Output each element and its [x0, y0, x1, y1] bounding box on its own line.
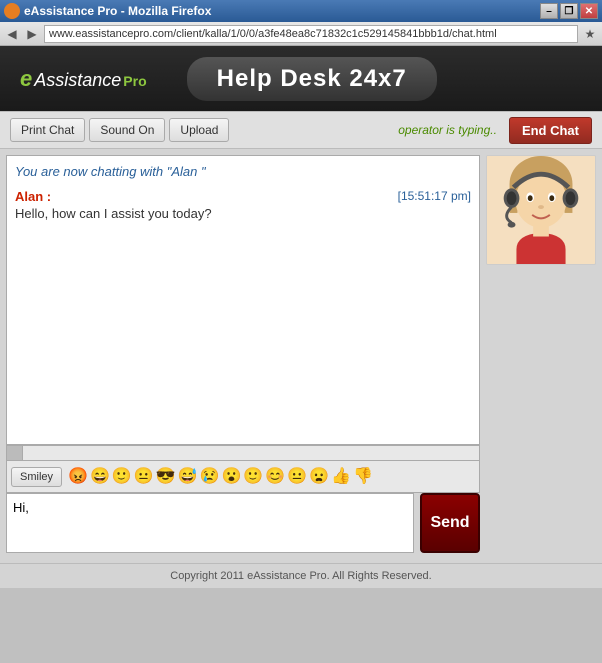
- emoji-surprised[interactable]: 😮: [221, 469, 241, 485]
- emoji-sweat[interactable]: 😅: [178, 469, 198, 485]
- emoji-sad[interactable]: 😢: [200, 469, 220, 485]
- print-chat-button[interactable]: Print Chat: [10, 118, 85, 142]
- footer: Copyright 2011 eAssistance Pro. All Righ…: [0, 563, 602, 588]
- emoji-cool[interactable]: 😎: [156, 469, 176, 485]
- logo-text: Assistance: [34, 70, 121, 91]
- emoji-meh[interactable]: 😐: [287, 469, 307, 485]
- agent-avatar-svg: [487, 155, 595, 265]
- horizontal-scrollbar[interactable]: [6, 445, 480, 461]
- main-area: You are now chatting with "Alan " [15:51…: [0, 149, 602, 563]
- operator-status: operator is typing..: [398, 123, 497, 137]
- end-chat-button[interactable]: End Chat: [509, 117, 592, 144]
- address-bar: ◀ ▶ ★: [0, 22, 602, 46]
- firefox-icon: [4, 3, 20, 19]
- refresh-button[interactable]: ★: [582, 26, 598, 42]
- table-row: [15:51:17 pm] Alan : Hello, how can I as…: [15, 189, 471, 221]
- footer-text: Copyright 2011 eAssistance Pro. All Righ…: [170, 570, 431, 582]
- logo-pro: Pro: [123, 73, 146, 89]
- emoji-smile2[interactable]: 🙂: [243, 469, 263, 485]
- restore-button[interactable]: ❒: [560, 3, 578, 19]
- window-title-group: eAssistance Pro - Mozilla Firefox: [4, 3, 211, 19]
- back-button[interactable]: ◀: [4, 26, 20, 42]
- emoji-angry[interactable]: 😡: [68, 469, 88, 485]
- emoji-blush[interactable]: 😊: [265, 469, 285, 485]
- window-title-text: eAssistance Pro - Mozilla Firefox: [24, 4, 211, 18]
- input-area: Hi, Send: [6, 493, 480, 557]
- emoji-thumbsup[interactable]: 👍: [331, 469, 351, 485]
- chat-input[interactable]: Hi,: [6, 493, 414, 553]
- toolbar: Print Chat Sound On Upload operator is t…: [0, 111, 602, 149]
- agent-photo: [486, 155, 596, 265]
- emoji-neutral[interactable]: 😐: [134, 469, 154, 485]
- app-header: e Assistance Pro Help Desk 24x7: [0, 46, 602, 111]
- minimize-button[interactable]: –: [540, 3, 558, 19]
- window-titlebar: eAssistance Pro - Mozilla Firefox – ❒ ✕: [0, 0, 602, 22]
- url-input[interactable]: [44, 25, 578, 43]
- emoji-smile[interactable]: 🙂: [112, 469, 132, 485]
- logo-e: e: [20, 66, 32, 92]
- chat-messages[interactable]: You are now chatting with "Alan " [15:51…: [6, 155, 480, 445]
- forward-button[interactable]: ▶: [24, 26, 40, 42]
- emoji-bar: Smiley 😡 😄 🙂 😐 😎 😅 😢 😮 🙂 😊 😐 😦 👍 👎: [6, 461, 480, 493]
- chat-welcome: You are now chatting with "Alan ": [15, 164, 471, 179]
- chat-panel: You are now chatting with "Alan " [15:51…: [6, 155, 480, 557]
- smiley-button[interactable]: Smiley: [11, 467, 62, 487]
- close-button[interactable]: ✕: [580, 3, 598, 19]
- message-text: Hello, how can I assist you today?: [15, 206, 471, 221]
- send-button[interactable]: Send: [420, 493, 480, 553]
- window-controls[interactable]: – ❒ ✕: [540, 3, 598, 19]
- sound-on-button[interactable]: Sound On: [89, 118, 165, 142]
- message-sender: Alan :: [15, 189, 51, 204]
- emoji-thumbsdown[interactable]: 👎: [353, 469, 373, 485]
- emoji-happy[interactable]: 😄: [90, 469, 110, 485]
- header-tagline: Help Desk 24x7: [187, 57, 437, 101]
- upload-button[interactable]: Upload: [169, 118, 229, 142]
- logo: e Assistance Pro: [20, 66, 147, 92]
- emoji-worried[interactable]: 😦: [309, 469, 329, 485]
- message-time: [15:51:17 pm]: [398, 189, 471, 203]
